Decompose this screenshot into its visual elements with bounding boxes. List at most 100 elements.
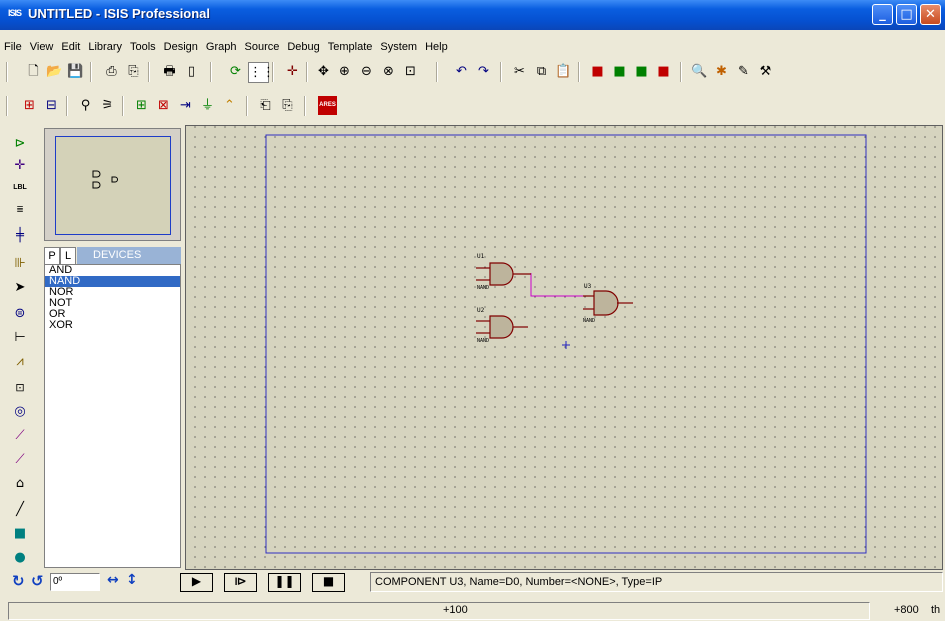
rotate-clockwise-icon[interactable]: ↻ [12, 572, 25, 590]
export-icon[interactable]: ⎘ [124, 62, 143, 81]
rotation-angle-field[interactable]: 0º [50, 573, 100, 591]
maximize-icon[interactable]: □ [896, 4, 917, 25]
title-bar[interactable]: ISIS UNTITLED - ISIS Professional _ □ ✕ [0, 0, 945, 30]
line-icon[interactable]: ╱ [9, 500, 31, 520]
menu-file[interactable]: File [0, 38, 26, 56]
undo-icon[interactable]: ↶ [452, 62, 471, 81]
device-pin-icon[interactable]: ⊢ [9, 328, 31, 348]
make-device-icon[interactable]: ✱ [712, 62, 731, 81]
search-tag-icon[interactable]: ⊟ [42, 96, 61, 115]
import-icon[interactable]: ⎙ [102, 62, 121, 81]
copy-icon[interactable]: ⧉ [532, 62, 551, 81]
save-icon[interactable]: 💾 [66, 62, 85, 81]
pan-icon[interactable]: ✥ [314, 62, 333, 81]
close-icon[interactable]: ✕ [920, 4, 941, 25]
overview-panel[interactable] [44, 128, 181, 241]
component-mode-icon[interactable]: ⊳ [9, 134, 31, 154]
tape-recorder-icon[interactable]: ⊡ [9, 378, 31, 398]
cut-icon[interactable]: ✂ [510, 62, 529, 81]
refresh-icon[interactable]: ⟳ [226, 62, 245, 81]
menu-source[interactable]: Source [241, 38, 284, 56]
gate-u2[interactable]: U2 NAND [476, 307, 528, 344]
zoom-area-icon[interactable]: ⊡ [401, 62, 420, 81]
ares-icon[interactable]: ARES [318, 96, 337, 115]
main-toolbar: 🗋 📂 💾 ⎙ ⎘ 🖶 ▯ ⟳ ⋮⋮ ✛ ✥ ⊕ ⊖ ⊗ ⊡ ↶ ↷ ✂ ⧉ 📋… [0, 60, 945, 86]
packaging-icon[interactable]: ✎ [734, 62, 753, 81]
netlist-icon[interactable]: ⎗ [256, 96, 275, 115]
block-move-icon[interactable]: ■ [610, 62, 629, 81]
paste-icon[interactable]: 📋 [554, 62, 573, 81]
generator-icon[interactable]: ◎ [9, 402, 31, 422]
terminal-icon[interactable]: ⊜ [9, 304, 31, 324]
selection-icon[interactable]: ➤ [9, 278, 31, 298]
zoom-out-icon[interactable]: ⊖ [357, 62, 376, 81]
menu-tools[interactable]: Tools [126, 38, 160, 56]
devices-list[interactable]: AND NAND NOR NOT OR XOR [44, 264, 181, 568]
print-icon[interactable]: 🖶 [160, 62, 179, 81]
list-item[interactable]: XOR [45, 320, 180, 331]
menu-edit[interactable]: Edit [57, 38, 84, 56]
gate-u3-part: NAND [583, 318, 595, 324]
wire-autorouter-icon[interactable]: ⊞ [20, 96, 39, 115]
menu-system[interactable]: System [376, 38, 421, 56]
menu-view[interactable]: View [26, 38, 58, 56]
gate-u2-body [489, 315, 514, 339]
block-rotate-icon[interactable]: ■ [632, 62, 651, 81]
origin-icon[interactable]: ✛ [283, 62, 302, 81]
design-explorer-icon[interactable]: ⚞ [98, 96, 117, 115]
goto-sheet-icon[interactable]: ⇥ [176, 96, 195, 115]
subcircuit-icon[interactable]: ⊪ [9, 254, 31, 274]
zoom-all-icon[interactable]: ⊗ [379, 62, 398, 81]
decompose-icon[interactable]: ⚒ [756, 62, 775, 81]
gate-u3[interactable]: U3 NAND [583, 283, 633, 324]
library-manager-tab[interactable]: L [60, 247, 76, 265]
menu-graph[interactable]: Graph [202, 38, 241, 56]
menu-design[interactable]: Design [160, 38, 202, 56]
electrical-check-icon[interactable]: ⌃ [220, 96, 239, 115]
toolbar-separator [578, 62, 580, 82]
toolbar-separator [122, 96, 124, 116]
open-folder-icon[interactable]: 📂 [45, 62, 64, 81]
remove-sheet-icon[interactable]: ⊠ [154, 96, 173, 115]
virtual-instrument-icon[interactable]: ⌂ [9, 474, 31, 494]
grid-icon[interactable]: ⋮⋮ [248, 62, 275, 83]
wire-label-icon[interactable]: LBL [9, 178, 31, 198]
toolbar-separator [304, 96, 306, 116]
gate-u1[interactable]: U1 NAND [476, 253, 531, 291]
play-button[interactable]: ▶ [180, 573, 213, 592]
junction-icon[interactable]: ✛ [9, 156, 31, 176]
new-file-icon[interactable]: 🗋 [24, 62, 43, 81]
stop-button[interactable]: ■ [312, 573, 345, 592]
minimize-icon[interactable]: _ [872, 4, 893, 25]
menu-library[interactable]: Library [84, 38, 126, 56]
pick-devices-tab[interactable]: P [44, 247, 60, 265]
redo-icon[interactable]: ↷ [474, 62, 493, 81]
voltage-probe-icon[interactable]: ⟋ [9, 426, 31, 446]
toolbar-grip [6, 96, 8, 116]
toolbar-separator [90, 62, 92, 82]
bill-of-materials-icon[interactable]: ⏚ [198, 96, 217, 115]
mirror-x-icon[interactable]: ↔ [107, 572, 119, 588]
schematic-canvas[interactable]: U1 NAND U2 NAND U3 NAND [185, 125, 943, 570]
bus-icon[interactable]: ╪ [9, 226, 31, 246]
menu-help[interactable]: Help [421, 38, 452, 56]
new-sheet-icon[interactable]: ⊞ [132, 96, 151, 115]
box-icon[interactable]: ■ [9, 524, 31, 544]
step-button[interactable]: ⧐ [224, 573, 257, 592]
rotate-anticlockwise-icon[interactable]: ↺ [31, 572, 44, 590]
pause-button[interactable]: ❚❚ [268, 573, 301, 592]
netlist-to-ares-icon[interactable]: ⎘ [278, 96, 297, 115]
menu-debug[interactable]: Debug [283, 38, 323, 56]
text-script-icon[interactable]: ≣ [9, 200, 31, 220]
menu-template[interactable]: Template [324, 38, 377, 56]
circle-icon[interactable]: ● [9, 548, 31, 568]
block-delete-icon[interactable]: ■ [654, 62, 673, 81]
graph-icon[interactable]: ⩘ [9, 352, 31, 372]
mirror-y-icon[interactable]: ↕ [126, 572, 138, 588]
current-probe-icon[interactable]: ⟋ [9, 450, 31, 470]
property-assign-icon[interactable]: ⚲ [76, 96, 95, 115]
print-area-icon[interactable]: ▯ [182, 62, 201, 81]
zoom-in-icon[interactable]: ⊕ [335, 62, 354, 81]
block-copy-icon[interactable]: ■ [588, 62, 607, 81]
pick-device-icon[interactable]: 🔍 [690, 62, 709, 81]
